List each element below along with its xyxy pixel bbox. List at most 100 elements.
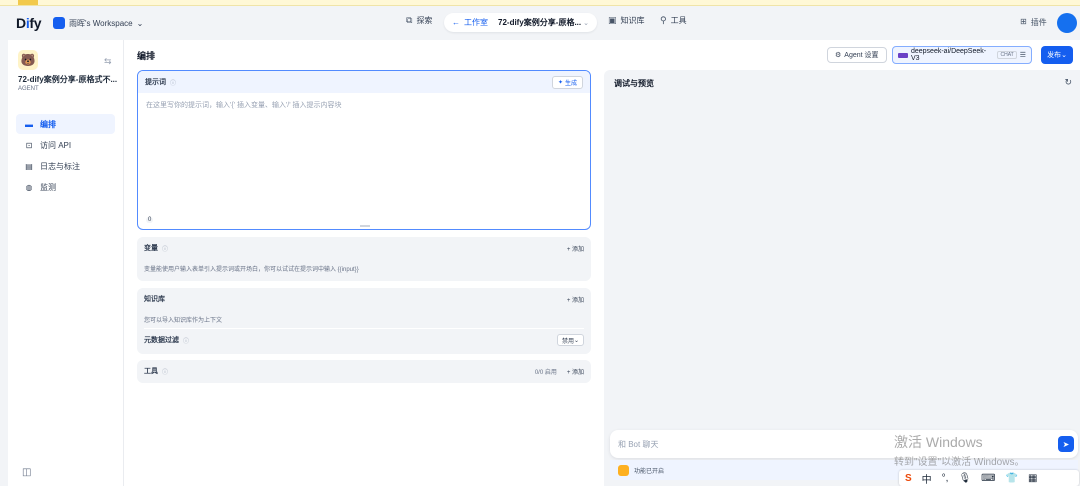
preview-title: 调试与预览 [614, 79, 654, 88]
workspace-name: 雨晖's Workspace [69, 18, 133, 28]
skin-icon[interactable]: 👕 [1006, 473, 1018, 484]
chevron-down-icon: ⌄ [136, 18, 144, 28]
chat-placeholder: 和 Bot 聊天 [618, 439, 659, 449]
switch-icon[interactable]: ⇆ [104, 56, 112, 67]
ime-logo[interactable]: S [905, 473, 912, 484]
ime-language[interactable]: 中 [922, 471, 932, 486]
send-icon[interactable]: ➤ [1058, 436, 1074, 452]
add-variable-button[interactable]: + 添加 [567, 244, 584, 253]
top-header: Dify 雨晖's Workspace ⌄ ⧉ 探索 ← 工作室 72-dify… [0, 6, 1080, 40]
metadata-filter-select[interactable]: 禁用 ⌄ [556, 334, 584, 346]
help-icon[interactable]: ⓘ [170, 78, 176, 87]
metadata-filter-label: 元数据过滤 [144, 337, 179, 344]
tools-section: 工具 ⓘ 0/0 启用 + 添加 [137, 360, 591, 383]
plugins-button[interactable]: ⊞ 插件 [1020, 17, 1047, 28]
agent-settings-button[interactable]: ⚙ Agent 设置 [827, 47, 887, 63]
agent-settings-label: Agent 设置 [844, 52, 879, 59]
sidebar: 🐻 ⇆ 72-dify案例分享-原格式不... AGENT ▬ 编排 ⊡ 访问 … [8, 40, 124, 486]
sidebar-item-api[interactable]: ⊡ 访问 API [16, 135, 115, 155]
nav-knowledge-label: 知识库 [620, 16, 645, 25]
grid-icon[interactable]: ▦ [1028, 473, 1037, 484]
app-icon: 🐻 [18, 50, 38, 70]
model-name: deepseek-ai/DeepSeek-V3 [910, 48, 987, 62]
app-name: 72-dify案例分享-原格式不... [18, 75, 118, 84]
help-icon[interactable]: ⓘ [183, 336, 189, 345]
variables-header: 变量 ⓘ + 添加 [137, 237, 591, 259]
variables-description: 变量能使用户输入表单引入提示词或开场白，你可以试试在提示词中输入 {{input… [144, 266, 359, 273]
char-count: 0 [146, 217, 154, 223]
resize-handle[interactable] [360, 225, 370, 227]
page-title: 编排 [137, 51, 156, 61]
help-icon[interactable]: ⓘ [162, 244, 168, 253]
log-icon: ▤ [25, 161, 33, 171]
sidebar-item-label: 访问 API [40, 140, 72, 150]
windows-activation-watermark: 激活 Windows 转到"设置"以激活 Windows。 [894, 432, 1024, 468]
nav-studio[interactable]: ← 工作室 72-dify案例分享-原格... ⌄ [444, 13, 597, 32]
dify-logo[interactable]: Dify [16, 15, 42, 31]
main-panel: 编排 ⚙ Agent 设置 deepseek-ai/DeepSeek-V3 CH… [124, 40, 1080, 486]
knowledge-section: 知识库 + 添加 您可以导入知识库作为上下文 元数据过滤 ⓘ 禁用 ⌄ [137, 288, 591, 354]
sidebar-item-label: 日志与标注 [40, 161, 80, 171]
feature-icon [618, 464, 629, 476]
terminal-icon: ⊡ [25, 140, 33, 150]
user-avatar[interactable] [1057, 13, 1077, 33]
collapse-sidebar-icon[interactable]: ◫ [22, 467, 31, 478]
sidebar-item-label: 编排 [40, 119, 56, 129]
plugin-icon: ⊞ [1020, 17, 1027, 26]
refresh-icon[interactable]: ↻ [1064, 77, 1072, 88]
orchestrate-icon: ▬ [25, 119, 33, 129]
knowledge-header: 知识库 + 添加 [137, 288, 591, 310]
prompt-label: 提示词 [145, 79, 166, 86]
nav-explore-label: 探索 [416, 16, 433, 25]
help-icon[interactable]: ⓘ [162, 367, 168, 376]
sidebar-item-orchestrate[interactable]: ▬ 编排 [16, 114, 115, 134]
model-mode-badge: CHAT [997, 51, 1017, 59]
knowledge-description: 您可以导入知识库作为上下文 [144, 317, 223, 324]
add-tool-button[interactable]: + 添加 [567, 367, 584, 376]
database-icon: ▣ [608, 15, 617, 25]
workspace-selector[interactable]: 雨晖's Workspace ⌄ [53, 17, 143, 29]
tools-icon: ⚲ [660, 15, 667, 25]
current-app-selector[interactable]: 72-dify案例分享-原格... [498, 17, 581, 28]
explore-icon: ⧉ [406, 15, 413, 25]
nav-explore[interactable]: ⧉ 探索 [406, 15, 432, 26]
prompt-input[interactable]: 在这里写你的提示词，输入'{' 插入变量、输入'/' 插入提示内容块 [146, 100, 342, 110]
knowledge-label: 知识库 [144, 296, 165, 303]
debug-preview-panel: 调试与预览 ↻ 和 Bot 聊天 ➤ 功能已开启 [604, 70, 1080, 486]
punctuation-icon[interactable]: °, [942, 473, 949, 484]
back-arrow-icon: ← [452, 18, 460, 27]
generate-button[interactable]: ✦ 生成 [551, 75, 583, 89]
nav-knowledge[interactable]: ▣ 知识库 [608, 15, 645, 26]
workspace-icon [53, 17, 65, 29]
model-selector[interactable]: deepseek-ai/DeepSeek-V3 CHAT ☰ [892, 46, 1032, 64]
sidebar-item-monitor[interactable]: ◍ 监测 [16, 177, 115, 197]
browser-tab[interactable] [18, 0, 38, 5]
gear-icon: ⚙ [835, 52, 842, 59]
tools-header: 工具 ⓘ 0/0 启用 + 添加 [137, 360, 591, 382]
watermark-line1: 激活 Windows [894, 434, 983, 450]
prompt-header: 提示词 ⓘ ✦ 生成 [138, 71, 590, 93]
variables-section: 变量 ⓘ + 添加 变量能使用户输入表单引入提示词或开场白，你可以试试在提示词中… [137, 237, 591, 281]
plugins-label: 插件 [1030, 18, 1047, 27]
prompt-editor[interactable]: 提示词 ⓘ ✦ 生成 在这里写你的提示词，输入'{' 插入变量、输入'/' 插入… [137, 70, 591, 230]
sidebar-menu: ▬ 编排 ⊡ 访问 API ▤ 日志与标注 ◍ 监测 [16, 114, 115, 198]
sparkle-icon: ✦ [557, 79, 563, 86]
microphone-icon[interactable]: 🎙 [958, 473, 971, 484]
feature-label: 功能已开启 [634, 468, 665, 475]
chevron-down-icon: ⌄ [573, 337, 579, 344]
chevron-down-icon: ⌄ [583, 19, 589, 27]
add-knowledge-button[interactable]: + 添加 [567, 295, 584, 304]
model-logo-icon [898, 52, 908, 58]
ime-toolbar[interactable]: S 中 °, 🎙 ⌨ 👕 ▦ [899, 470, 1079, 486]
nav-tools[interactable]: ⚲ 工具 [660, 15, 687, 26]
sidebar-item-label: 监测 [40, 182, 56, 192]
metadata-filter-value: 禁用 [561, 338, 574, 345]
monitor-icon: ◍ [25, 182, 33, 192]
publish-button[interactable]: 发布 ⌄ [1041, 46, 1073, 64]
sidebar-item-logs[interactable]: ▤ 日志与标注 [16, 156, 115, 176]
keyboard-icon[interactable]: ⌨ [981, 473, 995, 484]
variables-label: 变量 [144, 245, 158, 252]
tools-label: 工具 [144, 368, 158, 375]
publish-label: 发布 [1047, 52, 1062, 59]
nav-tools-label: 工具 [670, 16, 687, 25]
